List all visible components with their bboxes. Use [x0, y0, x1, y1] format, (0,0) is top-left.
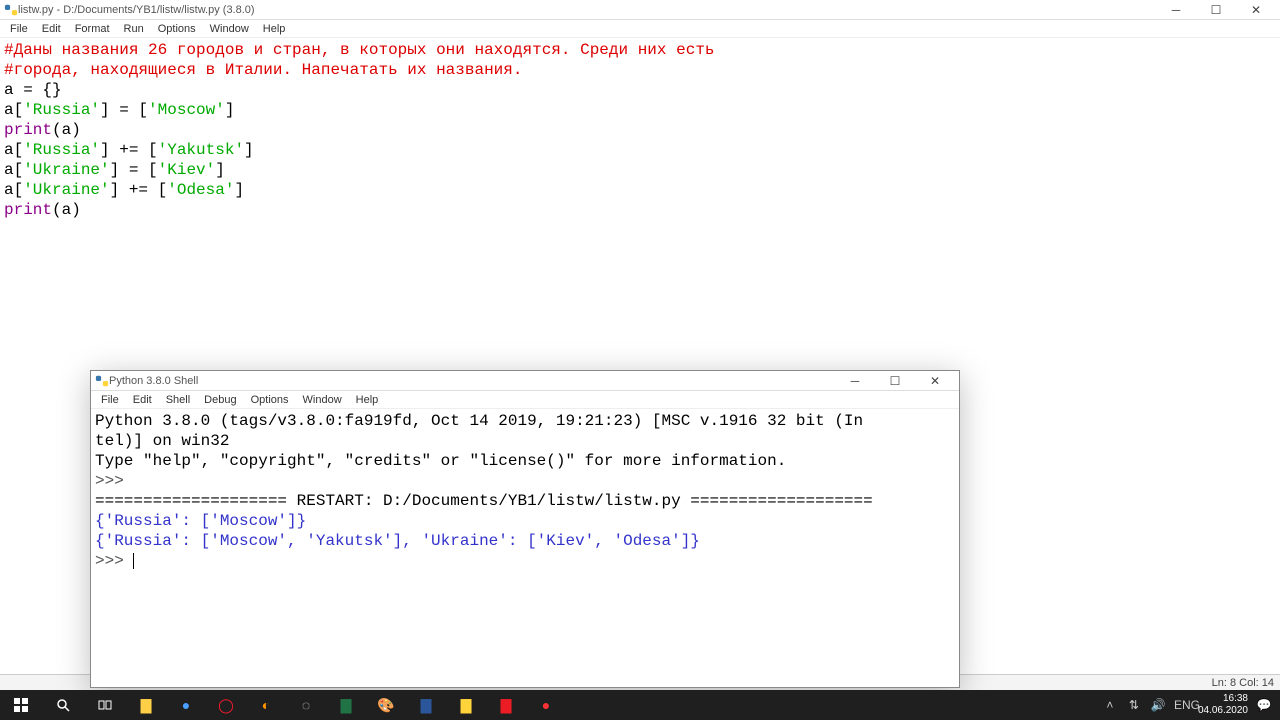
word-icon[interactable]: ▇ — [406, 690, 446, 720]
shell-menu-window[interactable]: Window — [297, 393, 348, 407]
shell-output-area[interactable]: Python 3.8.0 (tags/v3.8.0:fa919fd, Oct 1… — [91, 409, 959, 687]
shell-menubar: File Edit Shell Debug Options Window Hel… — [91, 391, 959, 409]
record-icon[interactable]: ● — [526, 690, 566, 720]
acrobat-icon[interactable]: ▇ — [486, 690, 526, 720]
opera-icon[interactable]: ◯ — [206, 690, 246, 720]
menu-edit[interactable]: Edit — [36, 22, 67, 36]
editor-cursor-position: Ln: 8 Col: 14 — [1212, 677, 1274, 689]
menu-file[interactable]: File — [4, 22, 34, 36]
shell-window: Python 3.8.0 Shell ─ ☐ ✕ File Edit Shell… — [90, 370, 960, 688]
tray-volume-icon[interactable]: 🔊 — [1150, 698, 1166, 712]
shell-menu-edit[interactable]: Edit — [127, 393, 158, 407]
idle-icon[interactable]: ▇ — [446, 690, 486, 720]
file-explorer-icon[interactable]: ▇ — [126, 690, 166, 720]
search-icon[interactable] — [42, 690, 84, 720]
menu-options[interactable]: Options — [152, 22, 202, 36]
menu-help[interactable]: Help — [257, 22, 292, 36]
shell-menu-options[interactable]: Options — [245, 393, 295, 407]
browser-icon[interactable]: ● — [166, 690, 206, 720]
tray-language[interactable]: ENG — [1174, 698, 1190, 712]
shell-close-button[interactable]: ✕ — [915, 371, 955, 391]
python-icon — [95, 374, 109, 388]
menu-format[interactable]: Format — [69, 22, 116, 36]
windows-taskbar: ▇ ● ◯ ◐ ◌ ▇ 🎨 ▇ ▇ ▇ ● ˄ ⇅ 🔊 ENG 16:38 04… — [0, 690, 1280, 720]
tray-chevron-icon[interactable]: ˄ — [1102, 698, 1118, 712]
maximize-button[interactable]: ☐ — [1196, 0, 1236, 20]
shell-menu-debug[interactable]: Debug — [198, 393, 242, 407]
shell-minimize-button[interactable]: ─ — [835, 371, 875, 391]
start-button[interactable] — [0, 690, 42, 720]
tray-network-icon[interactable]: ⇅ — [1126, 698, 1142, 712]
shell-menu-shell[interactable]: Shell — [160, 393, 196, 407]
close-button[interactable]: ✕ — [1236, 0, 1276, 20]
shell-menu-file[interactable]: File — [95, 393, 125, 407]
task-view-icon[interactable] — [84, 690, 126, 720]
minimize-button[interactable]: ─ — [1156, 0, 1196, 20]
editor-title: listw.py - D:/Documents/YB1/listw/listw.… — [18, 4, 1156, 16]
python-file-icon — [4, 3, 18, 17]
shell-menu-help[interactable]: Help — [350, 393, 385, 407]
menu-window[interactable]: Window — [204, 22, 255, 36]
notifications-icon[interactable]: 💬 — [1256, 698, 1272, 712]
editor-menubar: File Edit Format Run Options Window Help — [0, 20, 1280, 38]
taskbar-clock[interactable]: 16:38 04.06.2020 — [1198, 693, 1248, 717]
shell-title: Python 3.8.0 Shell — [109, 375, 835, 387]
paint-icon[interactable]: 🎨 — [366, 690, 406, 720]
excel-icon[interactable]: ▇ — [326, 690, 366, 720]
menu-run[interactable]: Run — [118, 22, 150, 36]
text-cursor — [133, 553, 134, 569]
shell-maximize-button[interactable]: ☐ — [875, 371, 915, 391]
firefox-icon[interactable]: ◐ — [246, 690, 286, 720]
app-icon-1[interactable]: ◌ — [286, 690, 326, 720]
shell-titlebar[interactable]: Python 3.8.0 Shell ─ ☐ ✕ — [91, 371, 959, 391]
editor-titlebar[interactable]: listw.py - D:/Documents/YB1/listw/listw.… — [0, 0, 1280, 20]
